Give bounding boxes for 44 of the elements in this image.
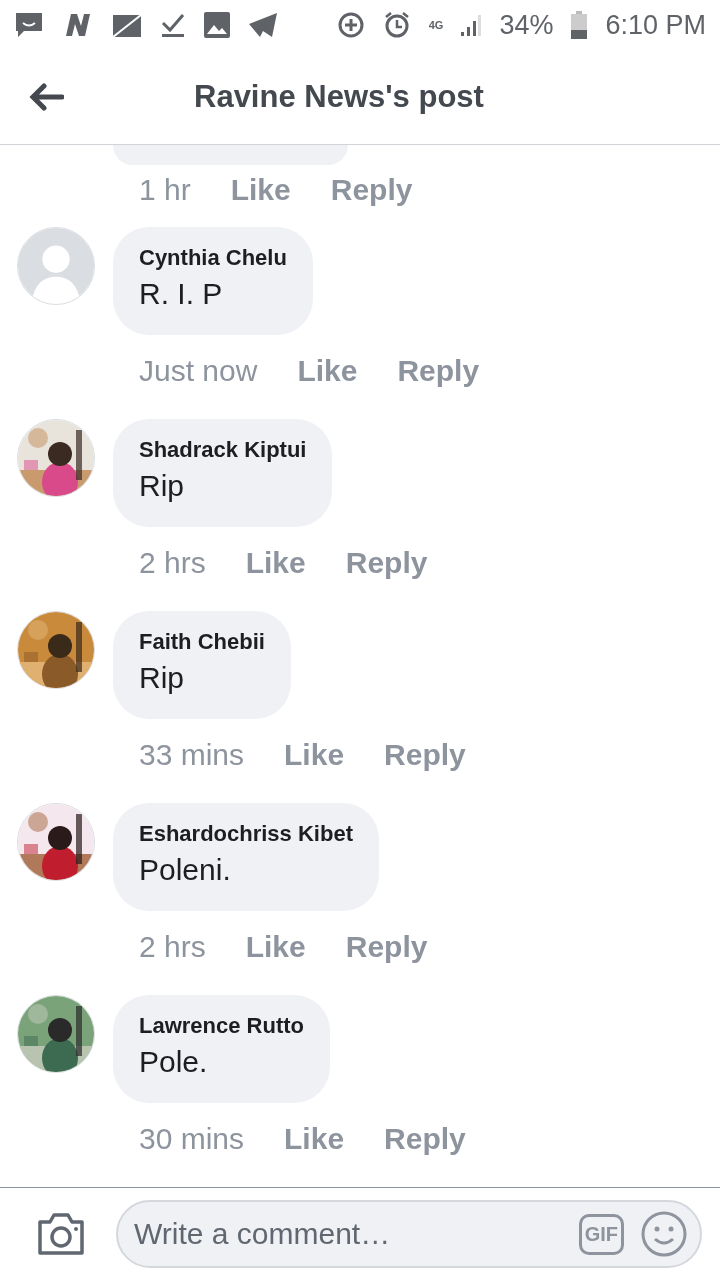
like-link[interactable]: Like: [284, 1122, 345, 1156]
reply-link[interactable]: Reply: [397, 354, 480, 388]
comment-time: 2 hrs: [139, 546, 206, 580]
send-icon: [248, 12, 278, 38]
comment-author: Eshardochriss Kibet: [139, 821, 353, 847]
reply-link[interactable]: Reply: [345, 930, 428, 964]
reply-link[interactable]: Reply: [345, 546, 428, 580]
comment-text: Pole.: [139, 1045, 209, 1079]
reply-link[interactable]: Reply: [384, 1122, 466, 1156]
comment-text: R. I. P: [139, 277, 224, 311]
comment-text: Rip: [139, 469, 185, 503]
emoji-icon[interactable]: [640, 1210, 688, 1258]
reply-link[interactable]: Reply: [330, 172, 413, 207]
like-link[interactable]: Like: [230, 172, 291, 207]
reply-link[interactable]: Reply: [384, 738, 466, 772]
comment-time: Just now: [139, 354, 258, 388]
comment-text: Rip: [139, 661, 185, 695]
battery-percent: 34%: [499, 9, 554, 41]
network-type: 4G: [428, 19, 444, 31]
clock: 6:10 PM: [605, 9, 706, 41]
comment-author: Faith Chebii: [139, 629, 265, 655]
data-saver-icon: [336, 11, 365, 39]
battery-icon: [571, 11, 588, 39]
comment-input-field[interactable]: Write a comment… GIF: [116, 1200, 702, 1268]
image-icon: [204, 12, 230, 38]
like-link[interactable]: Like: [297, 354, 358, 388]
back-arrow-icon[interactable]: [28, 83, 64, 111]
comment-time: 30 mins: [139, 1122, 245, 1156]
comment-author: Shadrack Kiptui: [139, 437, 307, 463]
signal-icon: [461, 13, 482, 37]
like-link[interactable]: Like: [245, 546, 306, 580]
like-link[interactable]: Like: [245, 930, 306, 964]
like-link[interactable]: Like: [284, 738, 345, 772]
gif-button[interactable]: GIF: [578, 1213, 624, 1255]
comment-author: Lawrence Rutto: [139, 1013, 305, 1039]
message-icon: [14, 11, 44, 39]
comment-time: 33 mins: [139, 738, 245, 772]
comment-time: 2 hrs: [139, 930, 206, 964]
download-done-icon: [160, 11, 186, 39]
comment-time: 1 hr: [139, 172, 191, 207]
comment-author: Cynthia Chelu: [139, 245, 287, 271]
page-title: Ravine News's post: [194, 79, 484, 115]
comment-text: Poleni.: [139, 853, 232, 887]
camera-icon[interactable]: [36, 1212, 86, 1256]
